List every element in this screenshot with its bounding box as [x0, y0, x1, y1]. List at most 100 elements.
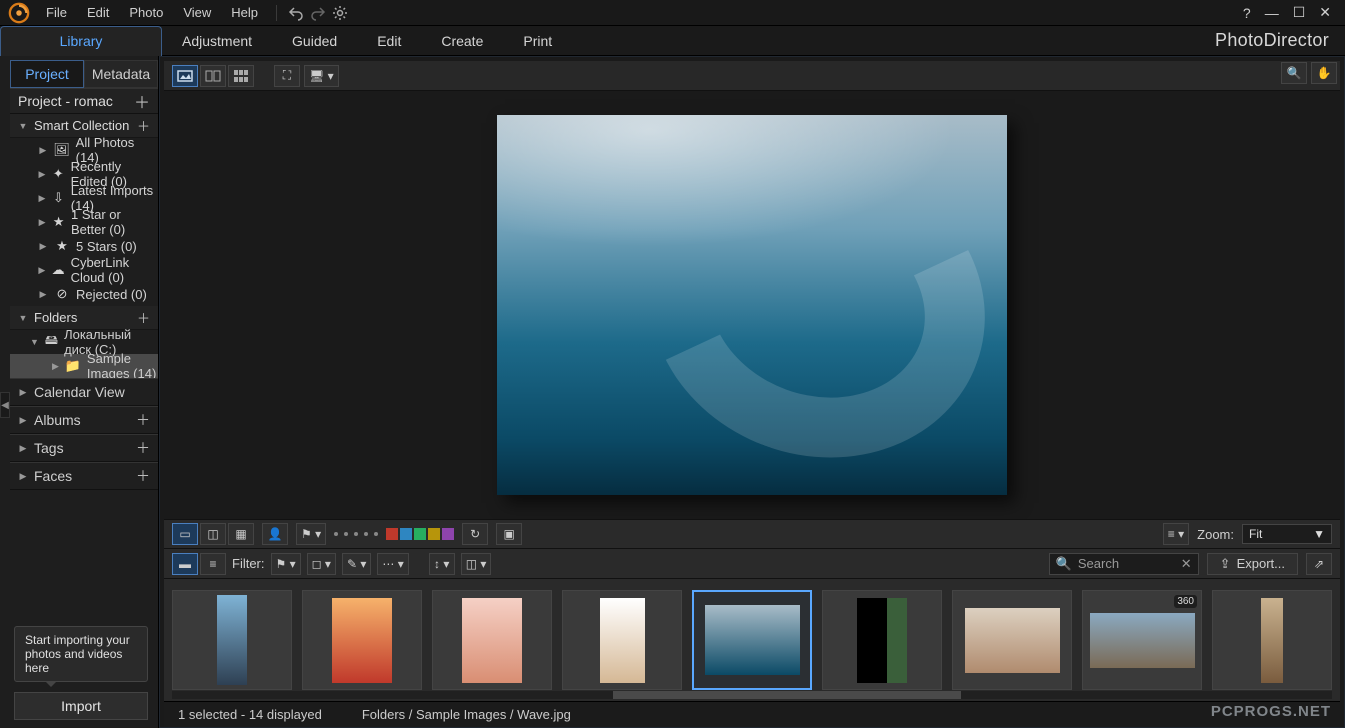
import-hint: Start importing your photos and videos h… — [14, 626, 148, 682]
chevron-right-icon — [18, 443, 28, 454]
app-logo — [6, 0, 32, 26]
mode-guided[interactable]: Guided — [272, 26, 357, 56]
mode-create[interactable]: Create — [421, 26, 503, 56]
thumb[interactable] — [562, 590, 682, 690]
color-red[interactable] — [386, 528, 398, 540]
sidebar-collapse-handle[interactable]: ◀ — [0, 392, 10, 418]
section-faces[interactable]: Faces＋ — [10, 462, 158, 490]
sort-icon[interactable]: ≡ ▾ — [1163, 523, 1189, 545]
layout-grid-icon[interactable]: ▦ — [228, 523, 254, 545]
tree-item-label: CyberLink Cloud (0) — [71, 255, 158, 285]
menu-file[interactable]: File — [36, 0, 77, 26]
share-icon[interactable]: ⇗ — [1306, 553, 1332, 575]
export-button[interactable]: ⇪Export... — [1207, 553, 1298, 575]
thumb[interactable] — [822, 590, 942, 690]
color-green[interactable] — [414, 528, 426, 540]
project-tree: Smart Collection ＋ 🖼All Photos (14) ✦Rec… — [10, 114, 158, 378]
single-view-icon[interactable] — [172, 65, 198, 87]
close-icon[interactable]: ✕ — [1319, 4, 1331, 21]
filmstrip[interactable]: 360 — [164, 579, 1340, 701]
mode-library[interactable]: Library — [0, 26, 162, 56]
search-input[interactable]: 🔍 Search ✕ — [1049, 553, 1199, 575]
crop-icon[interactable]: ▣ — [496, 523, 522, 545]
thumb-list-icon[interactable]: ≡ — [200, 553, 226, 575]
menu-edit[interactable]: Edit — [77, 0, 119, 26]
scrollbar-handle[interactable] — [613, 691, 961, 699]
pan-tool-icon[interactable]: ✋ — [1311, 62, 1337, 84]
thumb-large-icon[interactable]: ▬ — [172, 553, 198, 575]
add-project-icon[interactable]: ＋ — [134, 89, 150, 113]
add-collection-icon[interactable]: ＋ — [137, 116, 150, 135]
minimize-icon[interactable]: — — [1265, 5, 1279, 21]
separator — [276, 5, 277, 21]
section-albums[interactable]: Albums＋ — [10, 406, 158, 434]
tab-metadata[interactable]: Metadata — [84, 60, 158, 88]
section-calendar[interactable]: Calendar View — [10, 378, 158, 406]
tree-rejected[interactable]: ⊘Rejected (0) — [10, 282, 158, 306]
window-controls: ? — ☐ ✕ — [1243, 4, 1339, 21]
zoom-select[interactable]: Fit▼ — [1242, 524, 1332, 544]
undo-icon[interactable] — [285, 2, 307, 24]
section-label: Calendar View — [34, 384, 125, 400]
tree-one-star[interactable]: ★1 Star or Better (0) — [10, 210, 158, 234]
drive-icon: 🖴 — [45, 334, 58, 350]
filter-label-icon[interactable]: ◻ ▾ — [307, 553, 336, 575]
chevron-right-icon — [18, 387, 28, 398]
thumb[interactable] — [952, 590, 1072, 690]
mode-print[interactable]: Print — [503, 26, 572, 56]
sort-order-icon[interactable]: ↕ ▾ — [429, 553, 455, 575]
settings-icon[interactable] — [329, 2, 351, 24]
sparkle-icon: ✦ — [52, 166, 65, 182]
tree-cloud[interactable]: ☁CyberLink Cloud (0) — [10, 258, 158, 282]
selection-status: 1 selected - 14 displayed — [178, 707, 322, 722]
filmstrip-scrollbar[interactable] — [172, 691, 1332, 699]
stack-icon[interactable]: ◫ ▾ — [461, 553, 492, 575]
thumb[interactable] — [172, 590, 292, 690]
star-rating[interactable] — [334, 532, 378, 536]
section-tags[interactable]: Tags＋ — [10, 434, 158, 462]
help-icon[interactable]: ? — [1243, 5, 1251, 21]
import-button[interactable]: Import — [14, 692, 148, 720]
menu-view[interactable]: View — [173, 0, 221, 26]
thumb-selected[interactable] — [692, 590, 812, 690]
add-album-icon[interactable]: ＋ — [136, 410, 150, 430]
mode-adjustment[interactable]: Adjustment — [162, 26, 272, 56]
menu-help[interactable]: Help — [221, 0, 268, 26]
tab-project[interactable]: Project — [10, 60, 84, 88]
photo-viewer[interactable] — [164, 91, 1340, 519]
add-tag-icon[interactable]: ＋ — [136, 438, 150, 458]
thumb[interactable] — [432, 590, 552, 690]
color-blue[interactable] — [400, 528, 412, 540]
clear-search-icon[interactable]: ✕ — [1181, 556, 1192, 572]
face-tag-icon[interactable]: 👤 — [262, 523, 288, 545]
add-face-icon[interactable]: ＋ — [136, 466, 150, 486]
smart-collection-label: Smart Collection — [34, 118, 129, 133]
maximize-icon[interactable]: ☐ — [1293, 4, 1306, 21]
fullscreen-icon[interactable]: ⛶ — [274, 65, 300, 87]
add-folder-icon[interactable]: ＋ — [137, 308, 150, 327]
color-purple[interactable] — [442, 528, 454, 540]
redo-icon[interactable] — [307, 2, 329, 24]
filter-flag-icon[interactable]: ⚑ ▾ — [271, 553, 301, 575]
flag-icon[interactable]: ⚑ ▾ — [296, 523, 326, 545]
mode-edit[interactable]: Edit — [357, 26, 421, 56]
grid-view-icon[interactable] — [228, 65, 254, 87]
path-status: Folders / Sample Images / Wave.jpg — [362, 707, 571, 722]
filter-edit-icon[interactable]: ✎ ▾ — [342, 553, 371, 575]
layout-single-icon[interactable]: ▭ — [172, 523, 198, 545]
color-labels — [386, 528, 454, 540]
layout-split-icon[interactable]: ◫ — [200, 523, 226, 545]
zoom-tool-icon[interactable]: 🔍 — [1281, 62, 1307, 84]
menu-photo[interactable]: Photo — [119, 0, 173, 26]
rotate-icon[interactable]: ↻ — [462, 523, 488, 545]
secondary-display-icon[interactable]: 🖥 ▾ — [304, 65, 339, 87]
thumb[interactable]: 360 — [1082, 590, 1202, 690]
color-yellow[interactable] — [428, 528, 440, 540]
chevron-right-icon — [38, 217, 46, 228]
thumb[interactable] — [302, 590, 422, 690]
photo-preview — [497, 115, 1007, 495]
filter-more-icon[interactable]: ⋯ ▾ — [377, 553, 408, 575]
compare-view-icon[interactable] — [200, 65, 226, 87]
thumb[interactable] — [1212, 590, 1332, 690]
folder-sample-images[interactable]: 📁 Sample Images (14) — [10, 354, 158, 378]
